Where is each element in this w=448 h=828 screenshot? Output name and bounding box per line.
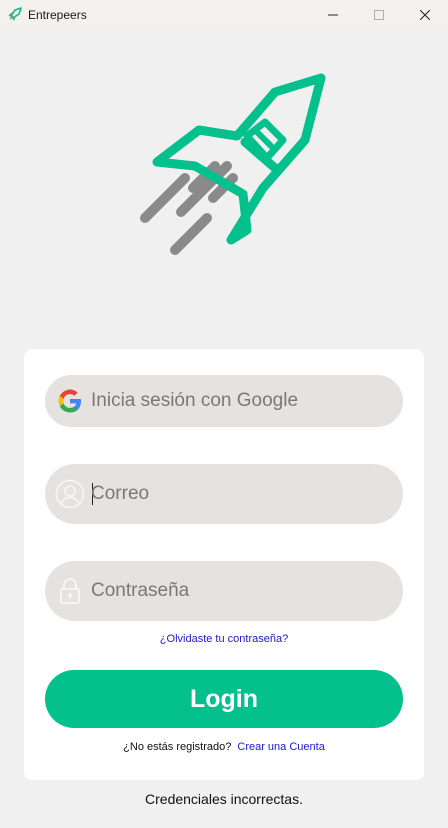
google-icon — [58, 389, 81, 413]
maximize-button[interactable] — [356, 0, 402, 30]
rocket-icon — [8, 7, 22, 21]
email-input[interactable] — [91, 483, 381, 505]
create-account-link[interactable]: Crear una Cuenta — [237, 741, 324, 753]
lock-icon — [60, 578, 80, 604]
window-title: Entrepeers — [28, 8, 87, 22]
register-row: ¿No estás registrado? Crear una Cuenta — [24, 741, 424, 753]
login-button[interactable]: Login — [45, 670, 403, 728]
login-card: Inicia sesión con Google ¿Olvidaste tu c… — [24, 349, 424, 780]
rocket-logo — [140, 73, 326, 255]
window-titlebar[interactable]: Entrepeers — [0, 0, 448, 30]
close-icon — [420, 10, 430, 20]
minimize-button[interactable] — [310, 0, 356, 30]
close-button[interactable] — [402, 0, 448, 30]
password-input[interactable] — [91, 580, 381, 602]
email-field[interactable] — [45, 464, 403, 524]
minimize-icon — [328, 14, 338, 16]
status-message: Credenciales incorrectas. — [145, 791, 303, 807]
google-signin-button[interactable]: Inicia sesión con Google — [45, 375, 403, 427]
user-circle-icon — [55, 479, 85, 509]
password-field[interactable] — [45, 561, 403, 621]
forgot-password-link[interactable]: ¿Olvidaste tu contraseña? — [24, 633, 424, 645]
maximize-icon — [374, 10, 384, 20]
google-signin-label: Inicia sesión con Google — [91, 390, 299, 411]
register-prompt: ¿No estás registrado? — [123, 741, 232, 753]
